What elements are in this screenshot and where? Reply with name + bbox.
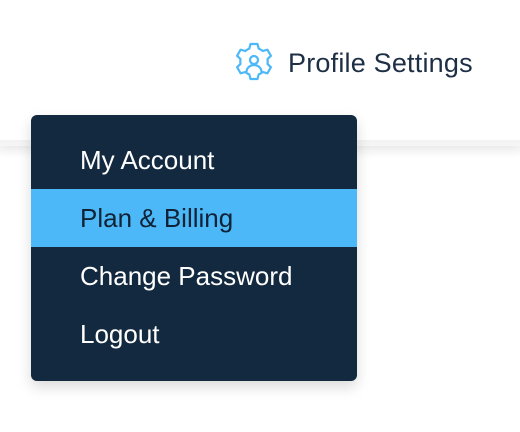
- menu-item-logout[interactable]: Logout: [31, 305, 357, 363]
- profile-menu-list: My Account Plan & Billing Change Passwor…: [31, 115, 357, 363]
- menu-item-my-account[interactable]: My Account: [31, 131, 357, 189]
- profile-settings-label: Profile Settings: [288, 47, 473, 78]
- menu-item-plan-billing[interactable]: Plan & Billing: [31, 189, 357, 247]
- menu-item-change-password[interactable]: Change Password: [31, 247, 357, 305]
- page: Profile Settings My Account Plan & Billi…: [0, 0, 520, 432]
- profile-dropdown-menu: My Account Plan & Billing Change Passwor…: [31, 115, 357, 381]
- profile-settings-button[interactable]: Profile Settings: [230, 40, 473, 86]
- gear-user-icon: [230, 39, 278, 87]
